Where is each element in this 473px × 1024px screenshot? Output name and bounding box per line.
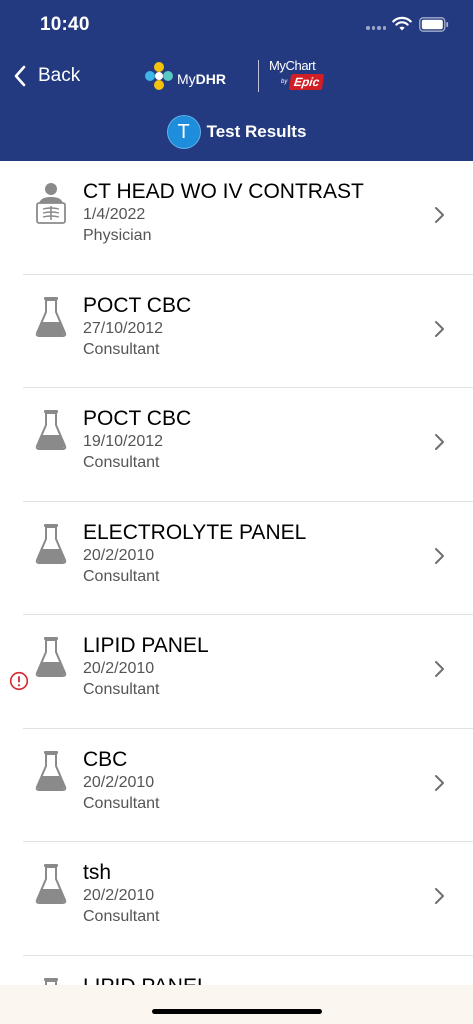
test-result-title: ELECTROLYTE PANEL — [83, 520, 307, 544]
back-button[interactable]: Back — [12, 60, 80, 92]
mydhr-logo-mark-icon — [145, 62, 173, 90]
test-result-provider-role: Consultant — [83, 794, 160, 812]
abnormal-result-alert-icon — [9, 671, 29, 691]
lab-flask-icon — [34, 862, 68, 906]
test-result-date: 19/10/2012 — [83, 433, 164, 450]
test-result-date: 27/10/2012 — [83, 319, 164, 337]
test-result-details: CBC 20/2/2010 Consultant — [83, 747, 423, 814]
test-result-details: CT HEAD WO IV CONTRAST 1/4/2022 Physician — [83, 179, 423, 246]
test-result-details: tsh 20/2/2010 Consultant — [83, 860, 423, 927]
test-result-row[interactable]: LIPID PANEL — [0, 956, 473, 986]
test-result-row[interactable]: CT HEAD WO IV CONTRAST 1/4/2022 Physician — [0, 161, 473, 275]
logo-divider — [258, 60, 259, 92]
test-result-details: LIPID PANEL — [83, 974, 423, 986]
chevron-right-icon — [433, 205, 445, 225]
test-result-date: 20/2/2010 — [83, 773, 155, 791]
test-result-title: POCT CBC — [83, 407, 192, 430]
lab-flask-icon — [34, 749, 68, 793]
bottom-safe-area — [0, 985, 473, 1024]
test-result-date: 20/2/2010 — [83, 660, 155, 677]
test-result-row[interactable]: ELECTROLYTE PANEL 20/2/2010 Consultant — [0, 502, 473, 616]
test-result-title: LIPID PANEL — [83, 634, 209, 657]
test-result-provider-role: Consultant — [83, 908, 160, 925]
wifi-icon — [392, 16, 412, 31]
mydhr-logo: MyDHR — [142, 58, 226, 94]
status-time: 10:40 — [40, 14, 90, 35]
test-result-row[interactable]: CBC 20/2/2010 Consultant — [0, 729, 473, 843]
chevron-right-icon — [433, 886, 445, 906]
test-result-provider-role: Consultant — [83, 681, 160, 698]
mychart-logo-by: by — [281, 79, 288, 85]
chevron-right-icon — [433, 773, 445, 793]
test-result-title: tsh — [83, 861, 112, 884]
lab-flask-icon — [34, 976, 68, 985]
battery-icon — [419, 17, 449, 32]
test-results-list: CT HEAD WO IV CONTRAST 1/4/2022 Physician P… — [0, 161, 473, 985]
test-result-date: 1/4/2022 — [83, 206, 146, 223]
test-result-row[interactable]: tsh 20/2/2010 Consultant — [0, 842, 473, 956]
lab-flask-icon — [34, 295, 68, 339]
test-result-title: POCT CBC — [83, 293, 192, 317]
epic-logo-text: Epic — [288, 74, 325, 90]
mydhr-logo-text: MyDHR — [177, 70, 227, 87]
test-result-title: CT HEAD WO IV CONTRAST — [83, 180, 364, 203]
chevron-right-icon — [433, 659, 445, 679]
home-indicator[interactable] — [152, 1009, 322, 1014]
chevron-right-icon — [433, 546, 445, 566]
test-result-provider-role: Physician — [83, 227, 152, 244]
test-result-details: ELECTROLYTE PANEL 20/2/2010 Consultant — [83, 520, 423, 587]
chevron-left-icon — [14, 65, 26, 87]
lab-flask-icon — [34, 522, 68, 566]
cellular-signal-icon — [366, 26, 386, 30]
imaging-icon — [34, 181, 68, 225]
page-title-row: T Test Results — [0, 115, 473, 149]
back-label: Back — [38, 65, 81, 86]
lab-flask-icon — [34, 635, 68, 679]
test-result-details: POCT CBC 27/10/2012 Consultant — [83, 293, 423, 360]
test-result-date: 20/2/2010 — [83, 546, 155, 564]
status-bar: 10:40 — [0, 0, 473, 52]
page-title: Test Results — [206, 122, 307, 141]
mychart-logo-text: MyChart — [269, 58, 316, 73]
test-result-date: 20/2/2010 — [83, 887, 155, 904]
test-result-title: CBC — [83, 747, 128, 771]
test-result-row[interactable]: LIPID PANEL 20/2/2010 Consultant — [0, 615, 473, 729]
test-result-provider-role: Consultant — [83, 340, 160, 358]
test-result-details: LIPID PANEL 20/2/2010 Consultant — [83, 633, 423, 700]
test-result-row[interactable]: POCT CBC 19/10/2012 Consultant — [0, 388, 473, 502]
lab-flask-icon — [34, 408, 68, 452]
test-result-details: POCT CBC 19/10/2012 Consultant — [83, 406, 423, 473]
test-result-row[interactable]: POCT CBC 27/10/2012 Consultant — [0, 275, 473, 389]
test-result-provider-role: Consultant — [83, 454, 160, 471]
test-result-provider-role: Consultant — [83, 567, 160, 585]
patient-avatar[interactable]: T — [166, 115, 201, 149]
mychart-by-epic-logo: MyChart by Epic — [267, 57, 329, 95]
app-header: 10:40 Back MyDHR MyChart by Epic T Test … — [0, 0, 473, 161]
test-result-title: LIPID PANEL — [83, 974, 423, 986]
chevron-right-icon — [433, 432, 445, 452]
chevron-right-icon — [433, 319, 445, 339]
